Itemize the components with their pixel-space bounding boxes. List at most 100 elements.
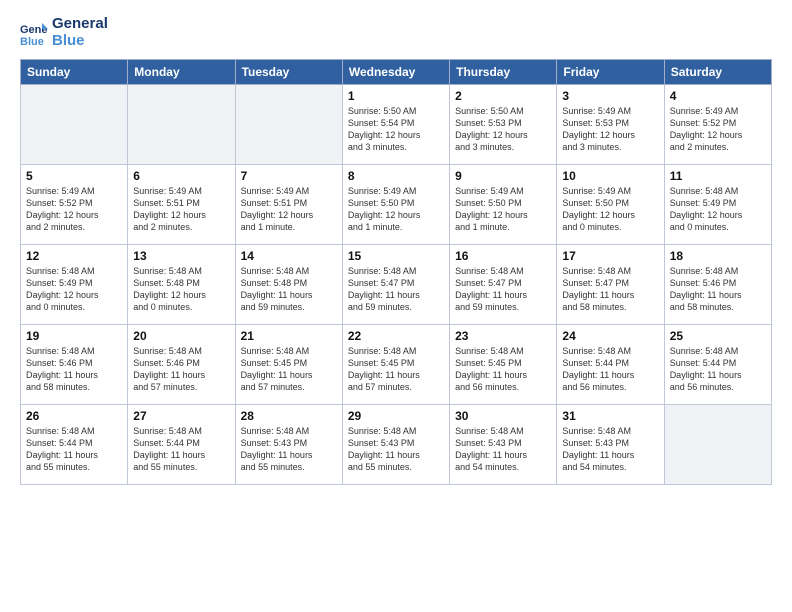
day-info: Sunrise: 5:48 AM Sunset: 5:46 PM Dayligh… [133, 345, 229, 394]
day-info: Sunrise: 5:49 AM Sunset: 5:51 PM Dayligh… [241, 185, 337, 234]
day-number: 16 [455, 249, 551, 263]
day-info: Sunrise: 5:48 AM Sunset: 5:47 PM Dayligh… [562, 265, 658, 314]
day-number: 5 [26, 169, 122, 183]
calendar-cell: 27 Sunrise: 5:48 AM Sunset: 5:44 PM Dayli… [128, 405, 235, 485]
calendar-cell: 7 Sunrise: 5:49 AM Sunset: 5:51 PM Daylig… [235, 165, 342, 245]
day-number: 30 [455, 409, 551, 423]
day-info: Sunrise: 5:49 AM Sunset: 5:53 PM Dayligh… [562, 105, 658, 154]
calendar-cell: 28Sunrise: 5:48 AM Sunset: 5:43 PM Dayli… [235, 405, 342, 485]
calendar-week-row: 5 Sunrise: 5:49 AM Sunset: 5:52 PM Daylig… [21, 165, 772, 245]
day-number: 3 [562, 89, 658, 103]
weekday-header-friday: Friday [557, 60, 664, 85]
calendar-cell [664, 405, 771, 485]
calendar-cell: 19Sunrise: 5:48 AM Sunset: 5:46 PM Dayli… [21, 325, 128, 405]
day-number: 25 [670, 329, 766, 343]
calendar-week-row: 26 Sunrise: 5:48 AM Sunset: 5:44 PM Dayli… [21, 405, 772, 485]
day-info: Sunrise: 5:48 AM Sunset: 5:43 PM Dayligh… [241, 425, 337, 474]
logo-blue: Blue [52, 33, 108, 50]
logo: General Blue General Blue [20, 16, 108, 49]
calendar-cell [235, 85, 342, 165]
weekday-header-sunday: Sunday [21, 60, 128, 85]
day-number: 11 [670, 169, 766, 183]
day-info: Sunrise: 5:48 AM Sunset: 5:43 PM Dayligh… [562, 425, 658, 474]
weekday-header-saturday: Saturday [664, 60, 771, 85]
page: General Blue General Blue SundayMondayTu… [0, 0, 792, 612]
logo-general: General [52, 16, 108, 33]
calendar-cell: 11 Sunrise: 5:48 AM Sunset: 5:49 PM Dayli… [664, 165, 771, 245]
day-info: Sunrise: 5:49 AM Sunset: 5:50 PM Dayligh… [562, 185, 658, 234]
day-number: 31 [562, 409, 658, 423]
day-number: 22 [348, 329, 444, 343]
weekday-header-wednesday: Wednesday [342, 60, 449, 85]
calendar-cell [128, 85, 235, 165]
day-number: 20 [133, 329, 229, 343]
day-info: Sunrise: 5:48 AM Sunset: 5:47 PM Dayligh… [455, 265, 551, 314]
day-number: 6 [133, 169, 229, 183]
day-number: 19 [26, 329, 122, 343]
calendar-cell: 10 Sunrise: 5:49 AM Sunset: 5:50 PM Dayli… [557, 165, 664, 245]
day-info: Sunrise: 5:50 AM Sunset: 5:54 PM Dayligh… [348, 105, 444, 154]
day-info: Sunrise: 5:49 AM Sunset: 5:52 PM Dayligh… [26, 185, 122, 234]
calendar-cell: 21Sunrise: 5:48 AM Sunset: 5:45 PM Dayli… [235, 325, 342, 405]
calendar-cell: 8Sunrise: 5:49 AM Sunset: 5:50 PM Daylig… [342, 165, 449, 245]
weekday-header-tuesday: Tuesday [235, 60, 342, 85]
calendar-cell: 18 Sunrise: 5:48 AM Sunset: 5:46 PM Dayli… [664, 245, 771, 325]
day-info: Sunrise: 5:48 AM Sunset: 5:49 PM Dayligh… [26, 265, 122, 314]
calendar-cell: 30 Sunrise: 5:48 AM Sunset: 5:43 PM Dayli… [450, 405, 557, 485]
day-info: Sunrise: 5:50 AM Sunset: 5:53 PM Dayligh… [455, 105, 551, 154]
day-number: 13 [133, 249, 229, 263]
day-number: 26 [26, 409, 122, 423]
day-number: 23 [455, 329, 551, 343]
day-info: Sunrise: 5:49 AM Sunset: 5:50 PM Dayligh… [455, 185, 551, 234]
day-number: 4 [670, 89, 766, 103]
day-number: 14 [241, 249, 337, 263]
day-info: Sunrise: 5:49 AM Sunset: 5:52 PM Dayligh… [670, 105, 766, 154]
day-number: 10 [562, 169, 658, 183]
calendar-week-row: 12Sunrise: 5:48 AM Sunset: 5:49 PM Dayli… [21, 245, 772, 325]
header: General Blue General Blue [20, 16, 772, 49]
day-info: Sunrise: 5:48 AM Sunset: 5:45 PM Dayligh… [241, 345, 337, 394]
day-number: 27 [133, 409, 229, 423]
calendar-cell: 2 Sunrise: 5:50 AM Sunset: 5:53 PM Daylig… [450, 85, 557, 165]
day-info: Sunrise: 5:48 AM Sunset: 5:48 PM Dayligh… [241, 265, 337, 314]
calendar-cell: 15Sunrise: 5:48 AM Sunset: 5:47 PM Dayli… [342, 245, 449, 325]
calendar-cell: 5 Sunrise: 5:49 AM Sunset: 5:52 PM Daylig… [21, 165, 128, 245]
calendar-cell: 31 Sunrise: 5:48 AM Sunset: 5:43 PM Dayli… [557, 405, 664, 485]
calendar-cell: 17Sunrise: 5:48 AM Sunset: 5:47 PM Dayli… [557, 245, 664, 325]
day-info: Sunrise: 5:48 AM Sunset: 5:44 PM Dayligh… [562, 345, 658, 394]
day-info: Sunrise: 5:48 AM Sunset: 5:43 PM Dayligh… [455, 425, 551, 474]
day-info: Sunrise: 5:48 AM Sunset: 5:44 PM Dayligh… [26, 425, 122, 474]
calendar-cell [21, 85, 128, 165]
day-info: Sunrise: 5:48 AM Sunset: 5:44 PM Dayligh… [133, 425, 229, 474]
day-number: 9 [455, 169, 551, 183]
calendar-week-row: 1Sunrise: 5:50 AM Sunset: 5:54 PM Daylig… [21, 85, 772, 165]
day-info: Sunrise: 5:48 AM Sunset: 5:48 PM Dayligh… [133, 265, 229, 314]
calendar-cell: 9 Sunrise: 5:49 AM Sunset: 5:50 PM Daylig… [450, 165, 557, 245]
calendar-cell: 6 Sunrise: 5:49 AM Sunset: 5:51 PM Daylig… [128, 165, 235, 245]
calendar-week-row: 19 Sunrise: 5:48 AM Sunset: 5:46 PM Dayli… [21, 325, 772, 405]
calendar-cell: 23 Sunrise: 5:48 AM Sunset: 5:45 PM Dayli… [450, 325, 557, 405]
day-info: Sunrise: 5:49 AM Sunset: 5:50 PM Dayligh… [348, 185, 444, 234]
day-info: Sunrise: 5:49 AM Sunset: 5:51 PM Dayligh… [133, 185, 229, 234]
calendar-table: SundayMondayTuesdayWednesdayThursdayFrid… [20, 59, 772, 485]
logo-icon: General Blue [20, 19, 48, 47]
day-number: 29 [348, 409, 444, 423]
day-number: 2 [455, 89, 551, 103]
calendar-cell: 14 Sunrise: 5:48 AM Sunset: 5:48 PM Dayli… [235, 245, 342, 325]
calendar-cell: 29Sunrise: 5:48 AM Sunset: 5:43 PM Dayli… [342, 405, 449, 485]
day-info: Sunrise: 5:48 AM Sunset: 5:46 PM Dayligh… [670, 265, 766, 314]
calendar-cell: 16 Sunrise: 5:48 AM Sunset: 5:47 PM Dayli… [450, 245, 557, 325]
day-info: Sunrise: 5:48 AM Sunset: 5:45 PM Dayligh… [455, 345, 551, 394]
day-number: 24 [562, 329, 658, 343]
day-number: 18 [670, 249, 766, 263]
day-info: Sunrise: 5:48 AM Sunset: 5:45 PM Dayligh… [348, 345, 444, 394]
calendar-cell: 4 Sunrise: 5:49 AM Sunset: 5:52 PM Daylig… [664, 85, 771, 165]
day-number: 7 [241, 169, 337, 183]
calendar-cell: 13 Sunrise: 5:48 AM Sunset: 5:48 PM Dayli… [128, 245, 235, 325]
svg-text:Blue: Blue [20, 36, 44, 47]
weekday-header-monday: Monday [128, 60, 235, 85]
calendar-cell: 3 Sunrise: 5:49 AM Sunset: 5:53 PM Daylig… [557, 85, 664, 165]
weekday-header-thursday: Thursday [450, 60, 557, 85]
day-info: Sunrise: 5:48 AM Sunset: 5:49 PM Dayligh… [670, 185, 766, 234]
calendar-cell: 26 Sunrise: 5:48 AM Sunset: 5:44 PM Dayli… [21, 405, 128, 485]
